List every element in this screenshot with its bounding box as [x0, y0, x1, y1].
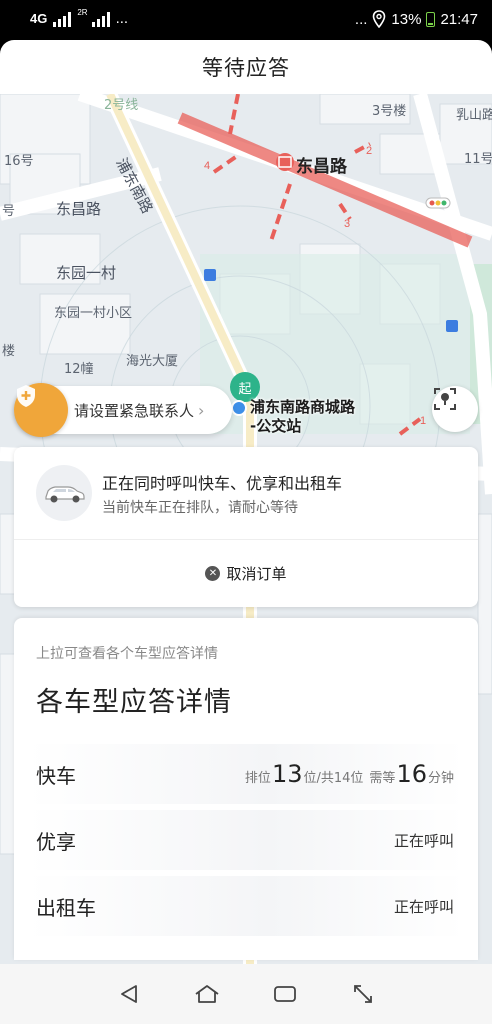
map-label-lou: 楼: [2, 344, 16, 359]
svg-text:4: 4: [204, 160, 210, 172]
back-button[interactable]: [114, 979, 144, 1009]
map-label-2haoxian: 2号线: [104, 98, 139, 113]
system-nav-bar: [0, 964, 492, 1024]
divider: [14, 539, 478, 540]
map-label-dongchanglu-station: 东昌路: [296, 157, 347, 177]
svg-text:2: 2: [366, 145, 372, 157]
call-status-line1: 正在同时呼叫快车、优享和出租车: [102, 474, 343, 493]
signal-icon: [53, 11, 72, 27]
call-status-line2: 当前快车正在排队，请耐心等待: [102, 500, 298, 516]
map-label-haiguangdasha: 海光大厦: [126, 354, 179, 369]
recents-icon: [274, 986, 296, 1002]
recents-button[interactable]: [270, 979, 300, 1009]
vehicle-status: 正在呼叫: [393, 897, 454, 916]
home-button[interactable]: [192, 979, 222, 1009]
svg-text:3: 3: [344, 218, 350, 230]
status-dots-right: ...: [354, 10, 368, 28]
vehicle-row-express: 快车 排位 13 位/共14位 需等 16 分钟: [28, 744, 464, 804]
pickup-stop-label: 浦东南路商城路 -公交站: [250, 398, 355, 436]
network-type: 4G: [30, 11, 48, 26]
queue-position: 13: [271, 760, 303, 788]
expand-icon: [354, 985, 372, 1003]
chevron-right-icon: ›: [198, 400, 205, 420]
location-icon: [373, 10, 386, 28]
map-label-12chuang: 12幢: [64, 362, 94, 377]
battery-icon: [426, 11, 436, 27]
cancel-order-label: 取消订单: [226, 565, 287, 583]
queue-prefix: 排位: [244, 771, 271, 786]
pickup-stop-line2: -公交站: [250, 417, 302, 435]
home-icon: [195, 985, 219, 1003]
page-title: 等待应答: [202, 56, 290, 80]
expand-button[interactable]: [348, 979, 378, 1009]
locate-button[interactable]: [432, 386, 478, 432]
wait-minutes: 16: [396, 760, 427, 788]
clock: 21:47: [440, 10, 478, 28]
details-heading: 各车型应答详情: [36, 687, 232, 718]
vehicle-row-taxi: 出租车 正在呼叫: [28, 876, 464, 936]
current-location-dot: [231, 400, 247, 416]
wait-prefix: 需等: [369, 771, 396, 786]
emergency-contact-button[interactable]: 请设置紧急联系人 ›: [14, 383, 232, 437]
car-icon: [36, 465, 92, 521]
locate-icon: [434, 388, 456, 410]
map-label-11hao: 11号: [464, 152, 492, 167]
back-icon: [121, 985, 137, 1003]
signal-icon-2: [91, 11, 110, 27]
vehicle-name: 优享: [36, 829, 76, 854]
map-label-3haolou: 3号楼: [372, 104, 407, 119]
pull-up-hint: 上拉可查看各个车型应答详情: [36, 646, 218, 662]
wait-suffix: 分钟: [427, 771, 454, 786]
map-label-16hao: 16号: [4, 154, 34, 169]
pickup-stop-line1: 浦东南路商城路: [250, 398, 356, 416]
map-label-hao: 号: [2, 204, 16, 219]
battery-percent: 13%: [391, 10, 422, 28]
vehicle-name: 出租车: [36, 895, 96, 920]
vehicle-details-sheet[interactable]: 上拉可查看各个车型应答详情 各车型应答详情 快车 排位 13 位/共14位 需等…: [14, 618, 478, 960]
vehicle-status: 正在呼叫: [393, 831, 454, 850]
status-dots-left: ...: [115, 10, 129, 27]
map-label-dongyuanyicun-xq: 东园一村小区: [54, 306, 133, 321]
emergency-contact-label: 请设置紧急联系人: [74, 401, 195, 420]
map-label-dongchanglu-road: 东昌路: [56, 200, 102, 218]
close-icon: ✕: [205, 566, 221, 581]
call-status-card: 正在同时呼叫快车、优享和出租车 当前快车正在排队，请耐心等待 ✕ 取消订单: [14, 447, 478, 607]
status-bar: 4G 2R ... ... 13% 21:47: [0, 0, 492, 40]
queue-total: 位/共14位: [303, 771, 364, 786]
vehicle-row-premium: 优享 正在呼叫: [28, 810, 464, 870]
svg-text:1: 1: [420, 415, 426, 427]
cancel-order-button[interactable]: ✕ 取消订单: [14, 563, 478, 584]
map-label-rushanlu: 乳山路: [456, 108, 492, 123]
vehicle-name: 快车: [36, 763, 76, 788]
header: 等待应答: [0, 40, 492, 94]
shield-icon: [14, 383, 68, 437]
queue-info: 排位 13 位/共14位 需等 16 分钟: [245, 760, 454, 788]
map-label-dongyuanyicun: 东园一村: [56, 264, 117, 282]
sim2-tag: 2R: [77, 8, 88, 17]
